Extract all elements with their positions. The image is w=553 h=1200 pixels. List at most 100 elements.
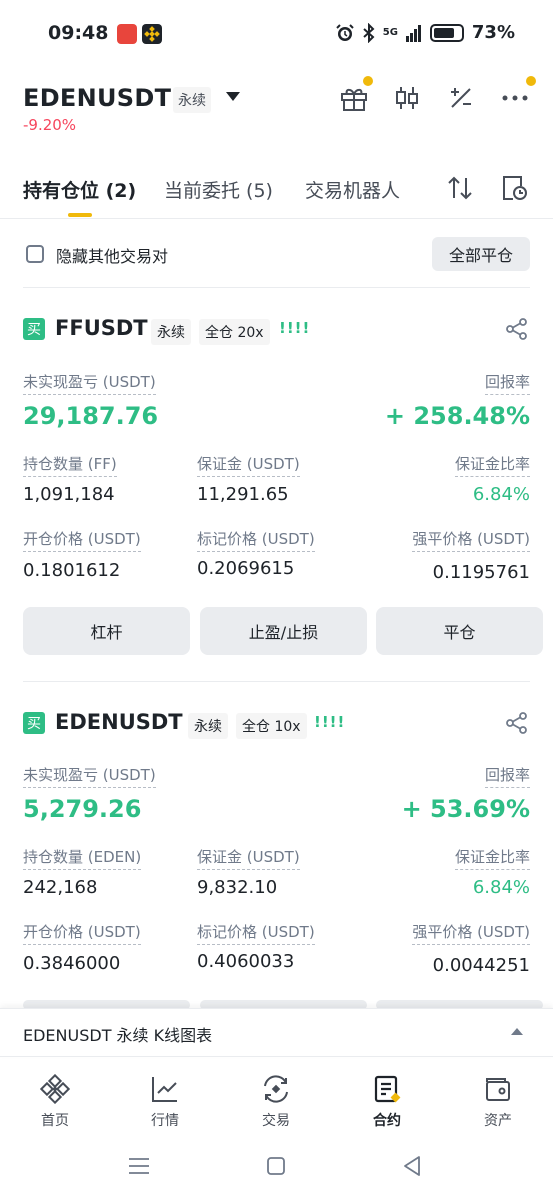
- buy-side-badge: 买: [23, 318, 45, 340]
- margin-value: 11,291.65: [197, 484, 289, 505]
- mark-price-label[interactable]: 标记价格 (USDT): [197, 921, 315, 945]
- network-label: 5G: [382, 27, 398, 38]
- signal-bars: !!!!: [279, 319, 311, 337]
- symbol-dropdown-icon[interactable]: [226, 92, 240, 101]
- header-contract-tag: 永续: [173, 87, 211, 113]
- mark-price-value: 0.2069615: [197, 558, 295, 579]
- expand-up-icon[interactable]: [511, 1028, 523, 1035]
- mark-price-value: 0.4060033: [197, 951, 295, 972]
- margin-ratio-label[interactable]: 保证金比率: [454, 453, 530, 477]
- entry-price-value: 0.1801612: [23, 560, 121, 581]
- mark-price-label[interactable]: 标记价格 (USDT): [197, 528, 315, 552]
- tp-sl-button[interactable]: 止盈/止损: [200, 607, 367, 655]
- liq-price-label[interactable]: 强平价格 (USDT): [412, 528, 530, 552]
- unrealized-pnl-label[interactable]: 未实现盈亏 (USDT): [23, 764, 156, 788]
- nav-futures[interactable]: 合约: [332, 1058, 442, 1138]
- size-label[interactable]: 持仓数量 (EDEN): [23, 846, 142, 870]
- leverage-button[interactable]: 杠杆: [23, 607, 190, 655]
- battery-icon: [429, 23, 464, 42]
- margin-mode-tag[interactable]: 全仓 10x: [236, 713, 307, 739]
- size-value: 1,091,184: [23, 484, 115, 505]
- tab-open-orders[interactable]: 当前委托 (5): [164, 176, 273, 203]
- tabs-divider: [0, 218, 553, 219]
- entry-price-label[interactable]: 开仓价格 (USDT): [23, 921, 141, 945]
- nav-assets[interactable]: 资产: [443, 1058, 553, 1138]
- market-chart-icon: [148, 1072, 182, 1106]
- nav-assets-label: 资产: [484, 1113, 512, 1129]
- share-icon[interactable]: [506, 318, 528, 344]
- nav-divider: [0, 1056, 553, 1057]
- buy-side-badge: 买: [23, 712, 45, 734]
- trade-icon: [259, 1072, 293, 1106]
- kline-chart-label[interactable]: EDENUSDT 永续 K线图表: [23, 1022, 212, 1046]
- more-notification-dot: [526, 76, 536, 86]
- liq-price-label[interactable]: 强平价格 (USDT): [412, 921, 530, 945]
- position-contract-tag: 永续: [151, 319, 191, 345]
- wallet-icon: [481, 1072, 515, 1106]
- status-time: 09:48: [48, 22, 109, 44]
- nav-markets-label: 行情: [151, 1113, 179, 1129]
- gift-notification-dot: [363, 76, 373, 86]
- active-tab-indicator: [68, 213, 92, 217]
- margin-label[interactable]: 保证金 (USDT): [197, 846, 300, 870]
- sort-icon[interactable]: [447, 174, 473, 206]
- tab-positions[interactable]: 持有仓位 (2): [23, 176, 136, 203]
- home-icon: [38, 1072, 72, 1106]
- size-label[interactable]: 持仓数量 (FF): [23, 453, 117, 477]
- position-symbol[interactable]: EDENUSDT: [55, 710, 183, 734]
- position-divider: [23, 681, 530, 682]
- home-button-icon[interactable]: [266, 1156, 286, 1180]
- bluetooth-icon: [363, 22, 375, 43]
- share-icon[interactable]: [506, 712, 528, 738]
- margin-mode-tag[interactable]: 全仓 20x: [199, 319, 270, 345]
- liq-price-value: 0.1195761: [432, 562, 530, 583]
- section-divider: [23, 287, 530, 288]
- entry-price-value: 0.3846000: [23, 953, 121, 974]
- margin-value: 9,832.10: [197, 877, 278, 898]
- roe-label[interactable]: 回报率: [484, 764, 530, 788]
- roe-value: + 258.48%: [384, 402, 530, 430]
- nav-trade[interactable]: 交易: [221, 1058, 331, 1138]
- roe-value: + 53.69%: [401, 795, 530, 823]
- close-all-button[interactable]: 全部平仓: [432, 237, 530, 271]
- alarm-icon: [336, 23, 354, 41]
- margin-ratio-label[interactable]: 保证金比率: [454, 846, 530, 870]
- hide-other-pairs-checkbox[interactable]: [26, 245, 44, 263]
- unrealized-pnl-value: 29,187.76: [23, 402, 159, 430]
- unrealized-pnl-value: 5,279.26: [23, 795, 142, 823]
- signal-icon: [405, 24, 421, 42]
- more-icon[interactable]: [500, 84, 530, 112]
- margin-ratio-value: 6.84%: [472, 877, 530, 898]
- binance-app-icon: [142, 24, 162, 44]
- tab-trading-bots[interactable]: 交易机器人: [305, 176, 400, 203]
- margin-ratio-value: 6.84%: [472, 484, 530, 505]
- signal-bars: !!!!: [314, 713, 346, 731]
- size-value: 242,168: [23, 877, 98, 898]
- nav-home-label: 首页: [41, 1113, 69, 1129]
- status-indicators: 5G 73%: [335, 22, 515, 43]
- nav-futures-label: 合约: [373, 1113, 401, 1129]
- hide-other-pairs-label: 隐藏其他交易对: [56, 247, 169, 266]
- position-contract-tag: 永续: [188, 713, 228, 739]
- liq-price-value: 0.0044251: [432, 955, 530, 976]
- margin-label[interactable]: 保证金 (USDT): [197, 453, 300, 477]
- roe-label[interactable]: 回报率: [484, 371, 530, 395]
- app-notification-icon: [117, 24, 137, 44]
- position-symbol[interactable]: FFUSDT: [55, 316, 148, 340]
- close-position-button[interactable]: 平仓: [376, 607, 543, 655]
- history-icon[interactable]: [501, 174, 529, 206]
- recent-apps-icon[interactable]: [128, 1157, 150, 1179]
- header-symbol[interactable]: EDENUSDT: [23, 84, 171, 112]
- back-icon[interactable]: [402, 1155, 422, 1181]
- futures-icon: [370, 1072, 404, 1106]
- calculator-icon[interactable]: [446, 84, 476, 112]
- candlestick-icon[interactable]: [392, 84, 422, 112]
- price-change: -9.20%: [23, 116, 77, 134]
- nav-home[interactable]: 首页: [0, 1058, 110, 1138]
- unrealized-pnl-label[interactable]: 未实现盈亏 (USDT): [23, 371, 156, 395]
- entry-price-label[interactable]: 开仓价格 (USDT): [23, 528, 141, 552]
- battery-percent: 73%: [471, 22, 515, 43]
- gift-icon[interactable]: [339, 84, 369, 112]
- nav-trade-label: 交易: [262, 1113, 290, 1129]
- nav-markets[interactable]: 行情: [110, 1058, 220, 1138]
